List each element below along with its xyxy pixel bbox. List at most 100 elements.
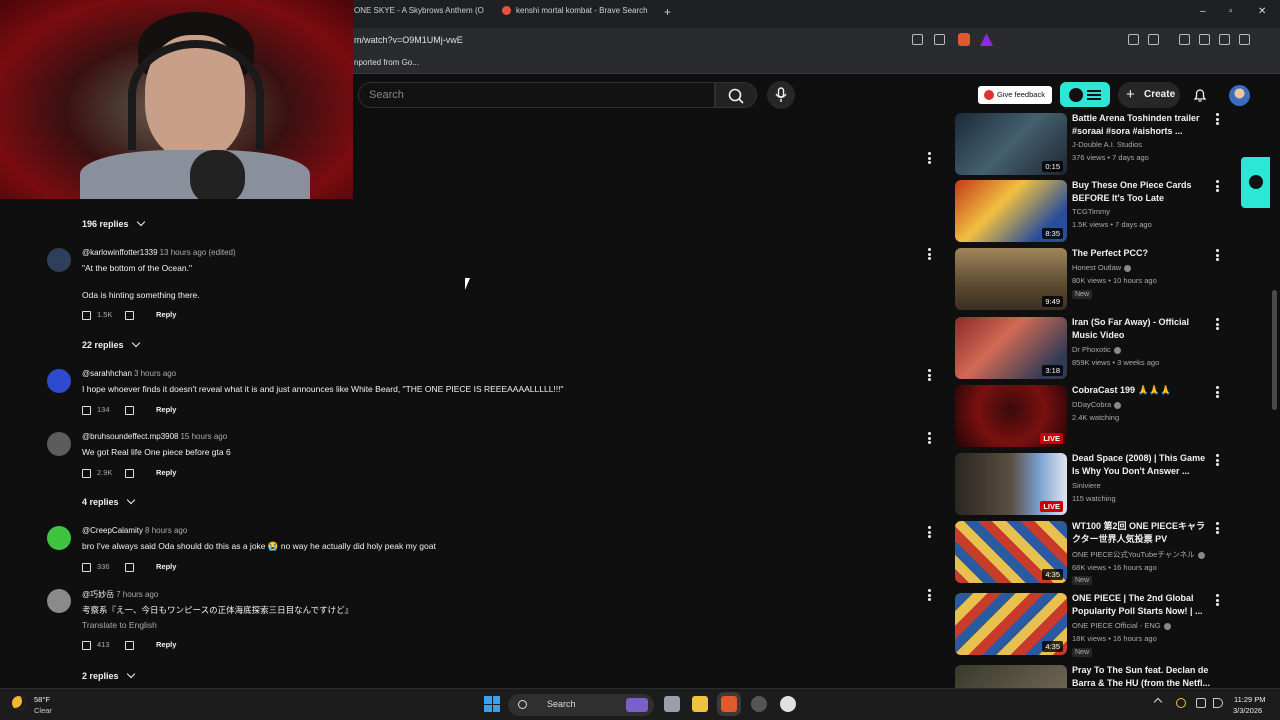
extensions-icon[interactable] — [1128, 34, 1139, 45]
avatar[interactable] — [47, 248, 71, 272]
reply-button[interactable]: Reply — [156, 562, 176, 571]
reply-button[interactable]: Reply — [156, 640, 176, 649]
voice-search-button[interactable] — [767, 81, 795, 109]
brave-rewards-icon[interactable] — [980, 33, 993, 46]
reply-button[interactable]: Reply — [156, 310, 176, 319]
thumbs-down-icon[interactable] — [125, 562, 134, 572]
thumbs-down-icon[interactable] — [125, 310, 134, 320]
bookmark-folder[interactable]: nported from Go... — [354, 58, 419, 67]
comment-time[interactable]: 3 hours ago — [134, 369, 176, 378]
search-button[interactable] — [715, 82, 757, 108]
replies-toggle[interactable]: 2 replies — [82, 669, 135, 681]
related-video[interactable]: Pray To The Sun feat. Declan de Barra & … — [955, 665, 1215, 688]
comment-time[interactable]: 7 hours ago — [116, 590, 158, 599]
channel-name[interactable]: Honest Outlaw — [1072, 263, 1132, 272]
video-menu-button[interactable] — [1216, 318, 1220, 330]
minimize-button[interactable]: – — [1200, 6, 1206, 17]
replies-toggle[interactable]: 196 replies — [82, 217, 145, 229]
extension-menu-button[interactable] — [1060, 82, 1110, 107]
video-title[interactable]: The Perfect PCC? — [1072, 247, 1210, 260]
task-view-icon[interactable] — [664, 696, 680, 712]
new-tab-button[interactable]: + — [664, 5, 671, 19]
related-video[interactable]: 4:35 ONE PIECE | The 2nd Global Populari… — [955, 592, 1219, 657]
network-icon[interactable] — [1196, 698, 1206, 708]
comment-author[interactable]: @bruhsoundeffect.mp3908 — [82, 432, 178, 441]
sidebar-icon[interactable] — [1179, 34, 1190, 45]
video-thumbnail[interactable]: 0:15 — [955, 113, 1067, 175]
search-input[interactable]: Search — [358, 82, 715, 108]
video-title[interactable]: WT100 第2回 ONE PIECEキャラクター世界人気投票 PV — [1072, 520, 1210, 546]
related-video[interactable]: 9:49 The Perfect PCC? Honest Outlaw 80K … — [955, 247, 1219, 312]
comment-menu-button[interactable] — [928, 369, 932, 381]
video-title[interactable]: Iran (So Far Away) - Official Music Vide… — [1072, 316, 1210, 342]
chevron-up-icon[interactable] — [1153, 697, 1163, 707]
vpn-icon[interactable] — [1239, 34, 1250, 45]
thumbs-down-icon[interactable] — [125, 468, 134, 478]
comment-menu-button[interactable] — [928, 589, 932, 601]
video-menu-button[interactable] — [1216, 522, 1220, 534]
comment-time[interactable]: 8 hours ago — [145, 526, 187, 535]
video-title[interactable]: Dead Space (2008) | This Game Is Why You… — [1072, 452, 1210, 478]
comment-menu-button[interactable] — [928, 152, 932, 164]
brave-browser-icon[interactable] — [721, 696, 737, 712]
notifications-bell-icon[interactable] — [1192, 87, 1208, 103]
related-video[interactable]: LIVE Dead Space (2008) | This Game Is Wh… — [955, 452, 1219, 517]
moon-icon[interactable] — [12, 696, 26, 710]
channel-name[interactable]: Siniviere — [1072, 481, 1101, 490]
channel-name[interactable]: TCGTimmy — [1072, 207, 1110, 216]
comment-menu-button[interactable] — [928, 526, 932, 538]
video-title[interactable]: CobraCast 199 🙏🙏🙏 — [1072, 384, 1210, 397]
thumbs-up-icon[interactable] — [82, 405, 91, 415]
volume-icon[interactable] — [1213, 698, 1223, 708]
video-thumbnail[interactable]: LIVE — [955, 453, 1067, 515]
create-button[interactable]: + Create — [1118, 82, 1180, 108]
comment-menu-button[interactable] — [928, 432, 932, 444]
weather-temp[interactable]: 58°F — [34, 695, 50, 704]
replies-toggle[interactable]: 4 replies — [82, 495, 135, 507]
thumbs-down-icon[interactable] — [125, 405, 134, 415]
scrollbar[interactable] — [1272, 290, 1277, 410]
browser-tab-2[interactable]: kenshi mortal kombat - Brave Search — [502, 6, 652, 22]
cast-icon[interactable] — [912, 34, 923, 45]
video-title[interactable]: ONE PIECE | The 2nd Global Popularity Po… — [1072, 592, 1210, 618]
menu-icon[interactable] — [1259, 34, 1263, 45]
related-video[interactable]: LIVE CobraCast 199 🙏🙏🙏 DDayCobra 2.4K wa… — [955, 384, 1219, 449]
video-menu-button[interactable] — [1216, 386, 1220, 398]
avatar[interactable] — [47, 589, 71, 613]
video-thumbnail[interactable]: LIVE — [955, 385, 1067, 447]
comment-author[interactable]: @CreepCalamity — [82, 526, 143, 535]
clock-date[interactable]: 3/3/2026 — [1233, 706, 1262, 715]
comment-author[interactable]: @sarahhchan — [82, 369, 132, 378]
comment-menu-button[interactable] — [928, 248, 932, 260]
video-thumbnail[interactable]: 8:35 — [955, 180, 1067, 242]
channel-name[interactable]: ONE PIECE公式YouTubeチャンネル — [1072, 549, 1205, 560]
thumbs-up-icon[interactable] — [82, 640, 91, 650]
media-player-icon[interactable] — [780, 696, 796, 712]
video-menu-button[interactable] — [1216, 113, 1220, 125]
reply-button[interactable]: Reply — [156, 468, 176, 477]
taskbar-search[interactable]: Search — [508, 694, 654, 716]
account-avatar[interactable] — [1229, 85, 1250, 106]
channel-name[interactable]: ONE PIECE Official - ENG — [1072, 621, 1171, 630]
tray-app-icon[interactable] — [1176, 698, 1186, 708]
related-video[interactable]: 0:15 Battle Arena Toshinden trailer #sor… — [955, 112, 1219, 177]
thumbs-up-icon[interactable] — [82, 468, 91, 478]
video-title[interactable]: Battle Arena Toshinden trailer #soraai #… — [1072, 112, 1210, 138]
url-field[interactable]: m/watch?v=O9M1UMj-vwE — [354, 35, 463, 45]
related-video[interactable]: 8:35 Buy These One Piece Cards BEFORE It… — [955, 180, 1219, 244]
video-thumbnail[interactable]: 4:35 — [955, 521, 1067, 583]
video-thumbnail[interactable]: 4:35 — [955, 593, 1067, 655]
translate-link[interactable]: Translate to English — [82, 620, 157, 630]
browser-tab-1[interactable]: ONE SKYE - A Skybrows Anthem (O — [354, 6, 486, 22]
file-explorer-icon[interactable] — [692, 696, 708, 712]
thumbs-up-icon[interactable] — [82, 562, 91, 572]
brave-shields-icon[interactable] — [958, 33, 970, 46]
tab-search-icon[interactable] — [1148, 34, 1159, 45]
comment-author[interactable]: @巧妙岳 — [82, 590, 114, 599]
windows-start-icon[interactable] — [484, 696, 500, 712]
comment-time[interactable]: 15 hours ago — [180, 432, 227, 441]
restore-button[interactable]: ▫ — [1229, 6, 1233, 17]
thumbs-up-icon[interactable] — [82, 310, 91, 320]
wallet-icon[interactable] — [1199, 34, 1210, 45]
avatar[interactable] — [47, 432, 71, 456]
